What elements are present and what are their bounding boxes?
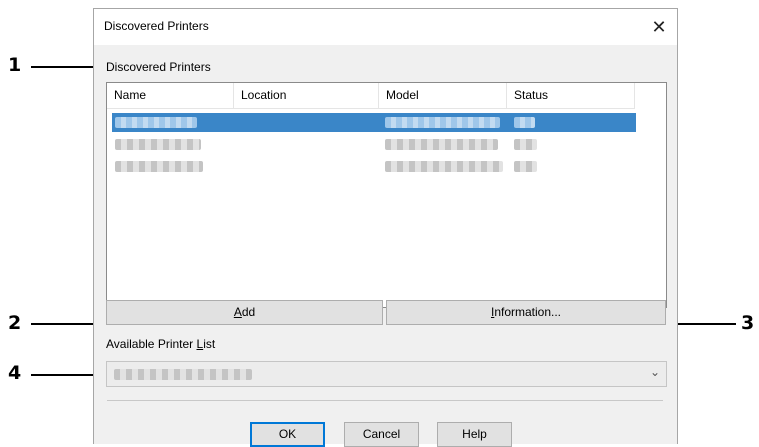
add-button[interactable]: Add <box>106 300 383 325</box>
title-bar: Discovered Printers ✕ <box>94 9 677 45</box>
callout-1: 1 <box>8 54 22 76</box>
callout-4: 4 <box>8 362 22 384</box>
column-header-model[interactable]: Model <box>379 83 507 108</box>
add-mnemonic: A <box>233 305 242 319</box>
printer-name-redacted <box>115 161 203 172</box>
printer-status-redacted <box>514 139 537 150</box>
add-label: dd <box>241 305 256 319</box>
callout-2: 2 <box>8 312 22 334</box>
selected-printer-redacted <box>114 369 252 380</box>
list-item[interactable] <box>112 113 636 132</box>
information-button[interactable]: Information... <box>386 300 666 325</box>
printer-model-redacted <box>385 139 498 150</box>
chevron-down-icon[interactable]: ⌄ <box>650 365 660 379</box>
printer-name-redacted <box>115 139 201 150</box>
printer-model-redacted <box>385 161 503 172</box>
printer-name-redacted <box>115 117 197 128</box>
column-header-status[interactable]: Status <box>507 83 635 108</box>
printer-model-redacted <box>385 117 500 128</box>
information-label: nformation... <box>494 305 562 319</box>
close-button[interactable]: ✕ <box>641 9 677 45</box>
printer-status-redacted <box>514 161 537 172</box>
callout-3: 3 <box>741 312 755 334</box>
cancel-button[interactable]: Cancel <box>344 422 419 447</box>
help-button[interactable]: Help <box>437 422 512 447</box>
column-header-name[interactable]: Name <box>107 83 234 108</box>
discovered-printers-label: Discovered Printers <box>106 60 211 74</box>
available-label-prefix: Available Printer <box>106 337 197 351</box>
close-icon: ✕ <box>651 16 667 37</box>
list-item[interactable] <box>112 135 636 154</box>
ok-button[interactable]: OK <box>250 422 325 447</box>
list-header: Name Location Model Status <box>107 83 635 109</box>
printer-list[interactable]: Name Location Model Status <box>106 82 667 308</box>
separator <box>107 400 663 401</box>
dialog-title: Discovered Printers <box>104 19 209 33</box>
callout-line-1 <box>31 66 101 68</box>
available-printer-list-label: Available Printer List <box>106 337 215 351</box>
available-label-rest: ist <box>203 337 216 351</box>
column-header-location[interactable]: Location <box>234 83 379 108</box>
available-printer-select[interactable]: ⌄ <box>106 361 667 387</box>
printer-status-redacted <box>514 117 535 128</box>
list-item[interactable] <box>112 157 636 176</box>
